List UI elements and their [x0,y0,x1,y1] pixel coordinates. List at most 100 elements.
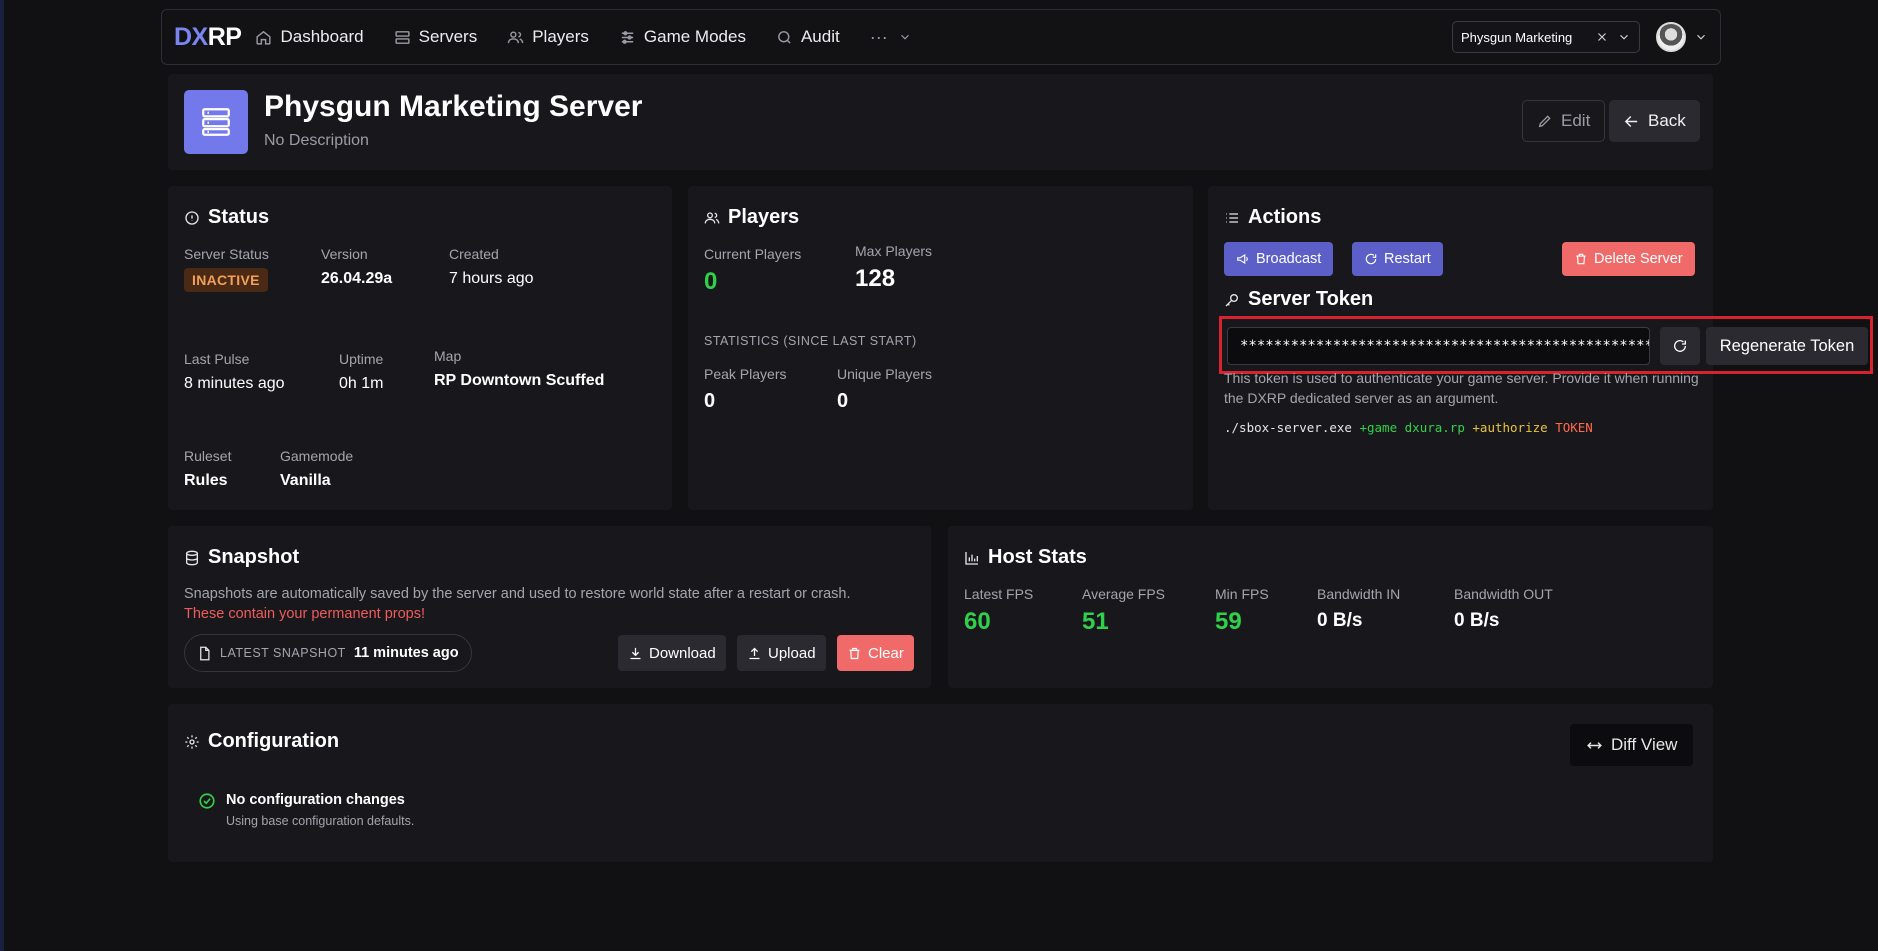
created-value: 7 hours ago [449,270,534,287]
download-button[interactable]: Download [618,635,726,671]
uptime-label: Uptime [339,351,384,367]
configuration-title: Configuration [184,730,339,753]
max-players-stat: Max Players 128 [855,243,932,293]
latest-fps-stat: Latest FPS 60 [964,586,1033,636]
bandwidth-out-value: 0 B/s [1454,610,1500,631]
host-stats-card: Host Stats Latest FPS 60 Average FPS 51 … [948,526,1713,688]
configuration-card: Configuration Diff View No configuration… [168,704,1713,862]
trash-icon [1576,253,1586,265]
configuration-status: No configuration changes Using base conf… [198,792,414,828]
status-badge: INACTIVE [184,268,268,292]
gamemode-stat: Gamemode Vanilla [280,448,353,490]
snapshot-card: Snapshot Snapshots are automatically sav… [168,526,931,688]
token-refresh-button[interactable] [1660,327,1700,365]
page-description: No Description [264,132,369,149]
diff-view-button[interactable]: Diff View [1570,724,1694,766]
upload-icon [749,647,760,659]
edit-label: Edit [1561,111,1591,130]
broadcast-button[interactable]: Broadcast [1224,242,1334,276]
min-fps-value: 59 [1215,608,1242,635]
token-field[interactable]: ****************************************… [1227,327,1650,365]
uptime-stat: Uptime 0h 1m [339,351,383,393]
user-menu[interactable] [1656,22,1708,52]
avg-fps-label: Average FPS [1082,586,1166,602]
info-icon [185,210,199,225]
nav-servers[interactable]: Servers [394,27,478,47]
snapshot-description-text: Snapshots are automatically saved by the… [184,586,851,602]
min-fps-label: Min FPS [1215,586,1269,602]
diff-view-label: Diff View [1611,735,1678,754]
clear-label: Clear [868,644,904,662]
upload-button[interactable]: Upload [737,635,826,671]
restart-label: Restart [1384,251,1431,267]
bandwidth-in-value: 0 B/s [1317,610,1363,631]
server-status-stat: Server Status INACTIVE [184,246,269,292]
actions-title-text: Actions [1248,206,1322,228]
key-icon [1225,293,1238,306]
gamemode-value: Vanilla [280,472,331,489]
upload-label: Upload [768,644,816,662]
server-status-label: Server Status [184,246,269,262]
gear-icon [185,734,199,749]
created-label: Created [449,246,499,262]
max-players-label: Max Players [855,243,933,259]
bandwidth-in-stat: Bandwidth IN 0 B/s [1317,586,1400,632]
home-icon [256,30,272,45]
top-navbar: DXRP Dashboard Servers Players Game Mode… [161,9,1721,65]
logo[interactable]: DXRP [174,23,242,52]
chevron-down-icon[interactable] [1617,30,1631,44]
peak-players-value: 0 [704,390,716,412]
server-token-title: Server Token [1224,288,1373,311]
nav-right: Physgun Marketing [1452,21,1708,53]
status-title: Status [184,206,269,229]
peak-players-stat: Peak Players 0 [704,366,786,413]
latest-snapshot-value: 11 minutes ago [353,645,459,661]
nav-game-modes[interactable]: Game Modes [619,27,746,47]
host-stats-title-text: Host Stats [988,546,1087,568]
configuration-status-text: No configuration changes Using base conf… [226,792,414,828]
regenerate-token-button[interactable]: Regenerate Token [1706,327,1868,365]
back-button[interactable]: Back [1609,100,1700,142]
bar-chart-icon [965,551,978,565]
nav-dashboard[interactable]: Dashboard [255,27,364,47]
delete-server-label: Delete Server [1594,251,1683,267]
check-circle-icon [199,793,215,809]
megaphone-icon [1237,253,1248,265]
server-select[interactable]: Physgun Marketing [1452,21,1640,53]
current-players-label: Current Players [704,246,802,262]
chevron-down-icon [1697,34,1705,40]
version-value: 26.04.29a [321,270,393,287]
edit-button[interactable]: Edit [1522,100,1606,142]
ruleset-value: Rules [184,472,228,489]
ruleset-label: Ruleset [184,448,232,464]
download-label: Download [649,644,716,662]
close-icon[interactable] [1595,30,1609,44]
cmd-exe: ./sbox-server.exe [1224,420,1352,435]
map-stat: Map RP Downtown Scuffed [434,348,604,390]
nav-players[interactable]: Players [507,27,589,47]
latest-snapshot-label: LATEST SNAPSHOT [220,646,346,660]
server-icon [395,30,410,44]
cmd-auth: +authorize [1472,420,1548,435]
snapshot-title-text: Snapshot [208,546,300,568]
actions-title: Actions [1224,206,1321,229]
snapshot-description: Snapshots are automatically saved by the… [184,584,851,624]
delete-server-button[interactable]: Delete Server [1562,242,1695,276]
snapshot-title: Snapshot [184,546,299,569]
nav-audit[interactable]: Audit [776,27,840,47]
back-label: Back [1648,111,1686,130]
chevron-down-icon [900,34,909,40]
gamemode-label: Gamemode [280,448,354,464]
sliders-icon [621,30,634,44]
nav-game-modes-label: Game Modes [643,27,746,46]
restart-button[interactable]: Restart [1352,242,1443,276]
avatar [1656,22,1686,52]
uptime-value: 0h 1m [339,375,384,392]
configuration-status-sub: Using base configuration defaults. [226,814,415,828]
cmd-token: TOKEN [1555,420,1593,435]
nav-servers-label: Servers [418,27,478,46]
nav-more-menu[interactable]: ··· [870,27,912,48]
clear-button[interactable]: Clear [837,635,914,671]
current-players-value: 0 [704,268,718,295]
latest-fps-value: 60 [964,608,991,635]
